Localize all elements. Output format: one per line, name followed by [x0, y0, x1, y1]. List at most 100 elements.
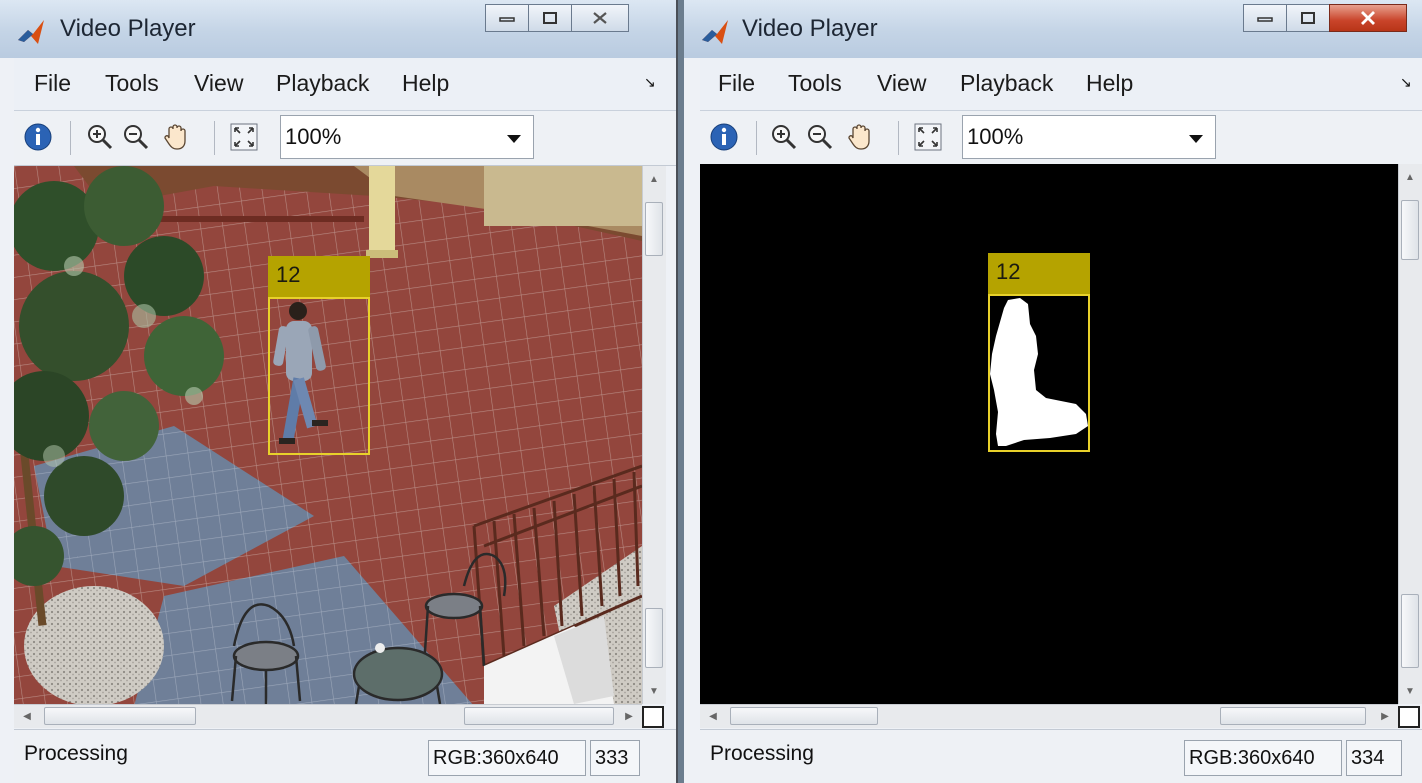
horizontal-scroll-track-left[interactable]	[44, 707, 196, 725]
scroll-left-arrow-icon[interactable]: ◀	[16, 705, 38, 727]
track-label: 12	[268, 256, 370, 298]
zoom-in-button[interactable]	[768, 121, 800, 153]
window-title: Video Player	[60, 15, 196, 42]
menu-view[interactable]: View	[194, 70, 243, 97]
minimize-button[interactable]	[485, 4, 529, 32]
fit-to-window-button[interactable]	[912, 121, 944, 153]
pan-hand-icon	[164, 124, 186, 150]
horizontal-scroll-track-right[interactable]	[464, 707, 614, 725]
fit-to-window-icon	[230, 123, 258, 151]
vertical-scroll-thumb-lower[interactable]	[1401, 594, 1419, 668]
chevron-down-icon[interactable]	[1189, 135, 1203, 143]
status-bar: Processing RGB:360x640 334	[700, 729, 1422, 783]
zoom-in-button[interactable]	[84, 121, 116, 153]
scroll-up-arrow-icon[interactable]: ▲	[643, 168, 665, 190]
horizontal-scrollbar[interactable]: ◀ ▶	[700, 704, 1398, 728]
info-button[interactable]	[708, 121, 740, 153]
menu-bar: File Tools View Playback Help ↘	[700, 58, 1422, 111]
status-format: RGB:360x640	[1184, 740, 1342, 776]
maximize-icon	[1301, 12, 1315, 24]
track-bounding-box	[988, 294, 1090, 452]
video-player-window-left: Video Player File Tools View Playback He…	[0, 0, 678, 783]
status-format: RGB:360x640	[428, 740, 586, 776]
zoom-out-icon	[124, 125, 149, 150]
toolbar-separator	[70, 121, 71, 155]
zoom-out-button[interactable]	[120, 121, 152, 153]
status-text: Processing	[24, 742, 128, 765]
video-player-window-right: Video Player File Tools View Playback He…	[684, 0, 1422, 783]
horizontal-scrollbar[interactable]: ◀ ▶	[14, 704, 642, 728]
menu-help[interactable]: Help	[402, 70, 449, 97]
maximize-button[interactable]	[528, 4, 572, 32]
toolbar-separator	[214, 121, 215, 155]
chevron-down-icon[interactable]	[507, 135, 521, 143]
caption-buttons	[1243, 4, 1407, 34]
toolbar: 100%	[14, 111, 676, 166]
scroll-up-arrow-icon[interactable]: ▲	[1399, 166, 1421, 188]
menu-playback[interactable]: Playback	[276, 70, 369, 97]
zoom-select[interactable]: 100%	[962, 115, 1216, 159]
caption-buttons	[485, 4, 629, 34]
status-text: Processing	[710, 742, 814, 765]
minimize-icon	[1257, 17, 1273, 22]
menu-help[interactable]: Help	[1086, 70, 1133, 97]
info-icon	[24, 123, 52, 151]
vertical-scroll-thumb[interactable]	[645, 202, 663, 256]
vertical-scrollbar[interactable]: ▲ ▼	[642, 166, 666, 704]
fit-to-window-icon	[914, 123, 942, 151]
menu-playback[interactable]: Playback	[960, 70, 1053, 97]
maximize-button[interactable]	[1286, 4, 1330, 32]
track-bounding-box	[268, 297, 370, 455]
menu-file[interactable]: File	[718, 70, 755, 97]
menu-file[interactable]: File	[34, 70, 71, 97]
zoom-select[interactable]: 100%	[280, 115, 534, 159]
toolbar-separator	[898, 121, 899, 155]
zoom-out-button[interactable]	[804, 121, 836, 153]
window-title: Video Player	[742, 15, 878, 42]
pan-button[interactable]	[160, 121, 192, 153]
matlab-logo-icon	[702, 20, 728, 44]
zoom-out-icon	[808, 125, 833, 150]
close-icon	[1361, 11, 1375, 25]
menu-dock-arrow-icon[interactable]: ↘	[1400, 74, 1412, 91]
toolbar-separator	[756, 121, 757, 155]
zoom-in-icon	[88, 125, 113, 150]
minimize-icon	[499, 17, 515, 22]
scroll-right-arrow-icon[interactable]: ▶	[1374, 705, 1396, 727]
zoom-value: 100%	[967, 124, 1024, 149]
scroll-corner	[642, 706, 664, 728]
menu-tools[interactable]: Tools	[105, 70, 159, 97]
vertical-scroll-thumb-lower[interactable]	[645, 608, 663, 668]
scroll-down-arrow-icon[interactable]: ▼	[643, 680, 665, 702]
scroll-left-arrow-icon[interactable]: ◀	[702, 705, 724, 727]
menu-tools[interactable]: Tools	[788, 70, 842, 97]
title-bar[interactable]: Video Player	[684, 0, 1422, 58]
horizontal-scroll-track-right[interactable]	[1220, 707, 1366, 725]
minimize-button[interactable]	[1243, 4, 1287, 32]
close-button[interactable]	[571, 4, 629, 32]
vertical-scrollbar[interactable]: ▲ ▼	[1398, 164, 1422, 704]
title-bar[interactable]: Video Player	[0, 0, 676, 58]
info-button[interactable]	[22, 121, 54, 153]
zoom-value: 100%	[285, 124, 342, 149]
menu-dock-arrow-icon[interactable]: ↘	[644, 74, 656, 91]
pan-button[interactable]	[844, 121, 876, 153]
fit-to-window-button[interactable]	[228, 121, 260, 153]
matlab-logo-icon	[18, 20, 44, 44]
scroll-right-arrow-icon[interactable]: ▶	[618, 705, 640, 727]
toolbar: 100%	[700, 111, 1422, 166]
scroll-corner	[1398, 706, 1420, 728]
menu-bar: File Tools View Playback Help ↘	[14, 58, 676, 111]
video-viewport[interactable]: 12	[700, 164, 1398, 704]
close-button[interactable]	[1329, 4, 1407, 32]
menu-view[interactable]: View	[877, 70, 926, 97]
maximize-icon	[543, 12, 557, 24]
video-viewport[interactable]: 12	[14, 166, 642, 704]
pan-hand-icon	[848, 124, 870, 150]
horizontal-scroll-track-left[interactable]	[730, 707, 878, 725]
track-label: 12	[988, 253, 1090, 295]
status-frame: 334	[1346, 740, 1402, 776]
vertical-scroll-thumb[interactable]	[1401, 200, 1419, 260]
scroll-down-arrow-icon[interactable]: ▼	[1399, 680, 1421, 702]
status-frame: 333	[590, 740, 640, 776]
